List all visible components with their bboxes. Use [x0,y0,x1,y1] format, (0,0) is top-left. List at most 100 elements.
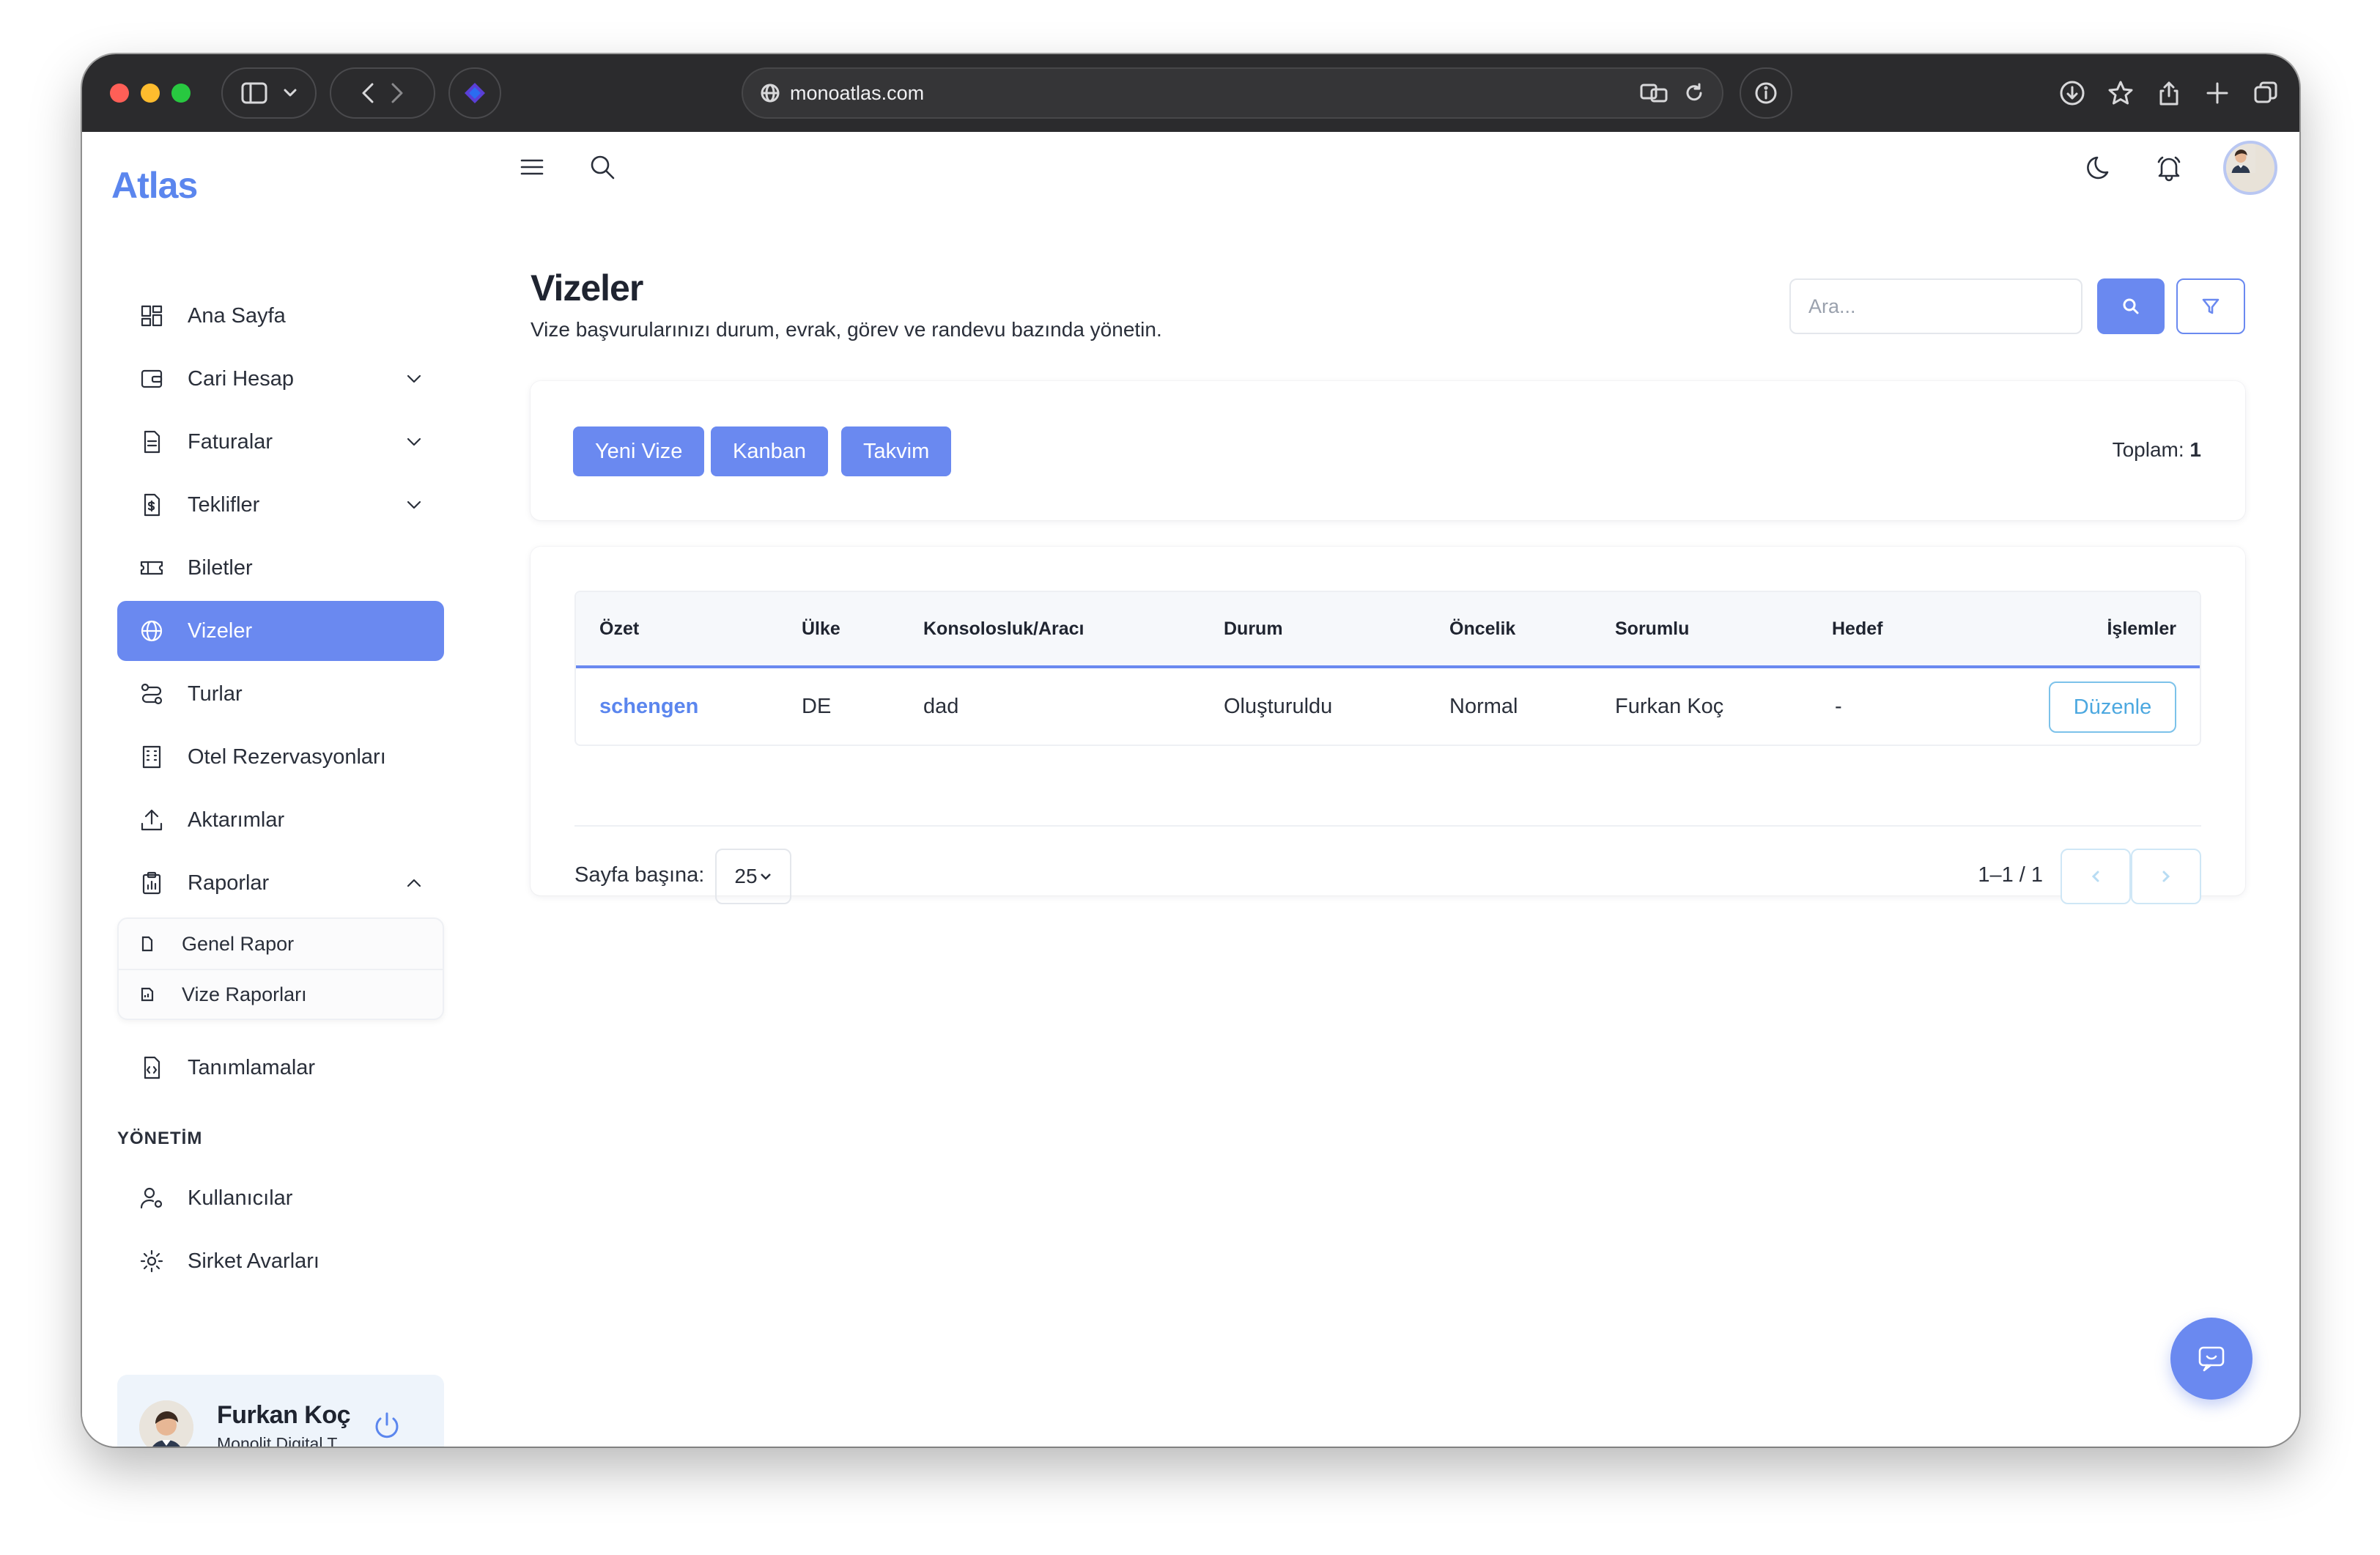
calendar-button[interactable]: Takvim [841,426,952,476]
avatar [139,1400,193,1447]
sidebar-item-users[interactable]: Kullanıcılar [117,1168,444,1228]
visas-table-card: Özet Ülke Konsolosluk/Aracı Durum Önceli… [531,547,2245,904]
sidebar-item-tickets[interactable]: Biletler [117,538,444,598]
sidebar-item-home[interactable]: Ana Sayfa [117,286,444,346]
extension-button[interactable] [448,67,501,119]
submenu-item-label: Vize Raporları [182,983,307,1005]
gear-icon [140,1249,163,1273]
sidebar-item-tours[interactable]: Turlar [117,664,444,724]
per-page-label: Sayfa başına: [574,863,705,887]
col-responsible[interactable]: Sorumlu [1615,618,1689,640]
col-target[interactable]: Hedef [1832,618,1882,640]
user-card[interactable]: Furkan Koç Monolit Digital T... [117,1375,444,1447]
menu-icon[interactable] [517,152,547,182]
share-icon[interactable] [2156,80,2182,106]
col-consulate[interactable]: Konsolosluk/Aracı [923,618,1084,640]
close-window-button[interactable] [110,84,129,103]
cell-target: - [1835,694,1842,718]
translate-icon[interactable] [1640,83,1669,103]
new-visa-button[interactable]: Yeni Vize [573,426,705,476]
power-icon[interactable] [371,1410,403,1442]
globe-icon [761,84,780,103]
window-controls [110,84,191,103]
submenu-item-general-report[interactable]: Genel Rapor [119,919,443,969]
globe-icon [141,620,163,642]
bell-icon[interactable] [2154,153,2184,182]
total-value: 1 [2189,438,2201,461]
user-company: Monolit Digital T... [217,1434,350,1447]
col-actions: İşlemler [2107,618,2176,639]
minimize-window-button[interactable] [141,84,160,103]
col-country[interactable]: Ülke [802,618,840,640]
search-icon[interactable] [588,152,617,182]
filter-icon [2202,298,2220,314]
star-icon[interactable] [2107,80,2134,106]
forward-icon[interactable] [391,83,404,103]
sidebar-item-visas[interactable]: Vizeler [117,601,444,661]
prev-page-button[interactable] [2061,849,2131,904]
search-button[interactable] [2097,278,2165,334]
sidebar-item-label: Tanımlamalar [188,1055,316,1079]
reload-icon[interactable] [1684,83,1704,103]
submenu-item-visa-reports[interactable]: Vize Raporları [119,969,443,1019]
chat-button[interactable] [2170,1318,2252,1400]
page-info-button[interactable] [1740,67,1792,119]
sidebar-item-accounts[interactable]: Cari Hesap [117,349,444,409]
sidebar-item-label: Vizeler [188,618,253,643]
browser-window: monoatlas.com Atlas Ana Sayfa Cari Hesap… [82,54,2299,1447]
next-page-button[interactable] [2131,849,2201,904]
sidebar-item-hotel-reservations[interactable]: Otel Rezervasyonları [117,727,444,787]
moon-icon[interactable] [2085,153,2115,182]
cell-summary-link[interactable]: schengen [599,695,698,719]
clipboard-chart-icon [142,871,161,895]
report-icon [141,987,154,1002]
sidebar-item-label: Otel Rezervasyonları [188,745,386,769]
table-divider [574,825,2201,827]
dashboard-icon [141,305,163,327]
ticket-icon [140,561,163,575]
sidebar-nav: Ana Sayfa Cari Hesap Faturalar Teklifler… [117,286,444,1294]
app-logo[interactable]: Atlas [111,164,198,207]
table-row: schengen DE dad Oluşturuldu Normal Furka… [576,668,2200,745]
col-status[interactable]: Durum [1224,618,1283,640]
col-priority[interactable]: Öncelik [1449,618,1515,640]
profile-avatar[interactable] [2223,141,2277,195]
tabs-overview-icon[interactable] [2252,80,2279,106]
col-summary[interactable]: Özet [599,618,639,640]
per-page-select[interactable]: 25 [715,849,791,904]
info-icon [1755,82,1777,104]
chevron-right-icon [2162,871,2170,882]
sidebar-item-reports[interactable]: Raporlar [117,853,444,913]
sidebar-toggle-button[interactable] [221,67,317,119]
sidebar-item-invoices[interactable]: Faturalar [117,412,444,472]
download-icon[interactable] [2059,80,2085,106]
upload-icon [141,809,163,831]
browser-toolbar: monoatlas.com [82,54,2299,132]
topbar-left [517,152,617,182]
new-tab-icon[interactable] [2204,80,2231,106]
maximize-window-button[interactable] [171,84,191,103]
page-title: Vizeler [531,267,643,309]
sidebar-item-offers[interactable]: Teklifler [117,475,444,535]
sidebar-item-label: Raporlar [188,871,270,895]
filter-button[interactable] [2176,278,2245,334]
per-page-value: 25 [734,865,758,887]
search-input[interactable] [1789,278,2082,334]
sidebar-item-definitions[interactable]: Tanımlamalar [117,1038,444,1098]
edit-button[interactable]: Düzenle [2049,682,2176,733]
sidebar-item-label: Aktarımlar [188,808,285,832]
chevron-down-icon [284,89,297,97]
back-icon[interactable] [361,83,374,103]
kanban-button[interactable]: Kanban [711,426,828,476]
visas-table: Özet Ülke Konsolosluk/Aracı Durum Önceli… [574,591,2201,746]
pagination-range: 1–1 / 1 [1978,863,2043,887]
total-count: Toplam: 1 [2113,438,2201,462]
address-bar[interactable]: monoatlas.com [742,67,1723,119]
page-subtitle: Vize başvurularınızı durum, evrak, görev… [531,318,1162,341]
sidebar-item-company-settings[interactable]: Sirket Avarları [117,1231,444,1291]
browser-actions [2059,67,2279,119]
sidebar-item-label: Sirket Avarları [188,1249,319,1273]
sidebar-item-transfers[interactable]: Aktarımlar [117,790,444,850]
submenu-item-label: Genel Rapor [182,932,295,955]
cell-country: DE [802,694,832,718]
